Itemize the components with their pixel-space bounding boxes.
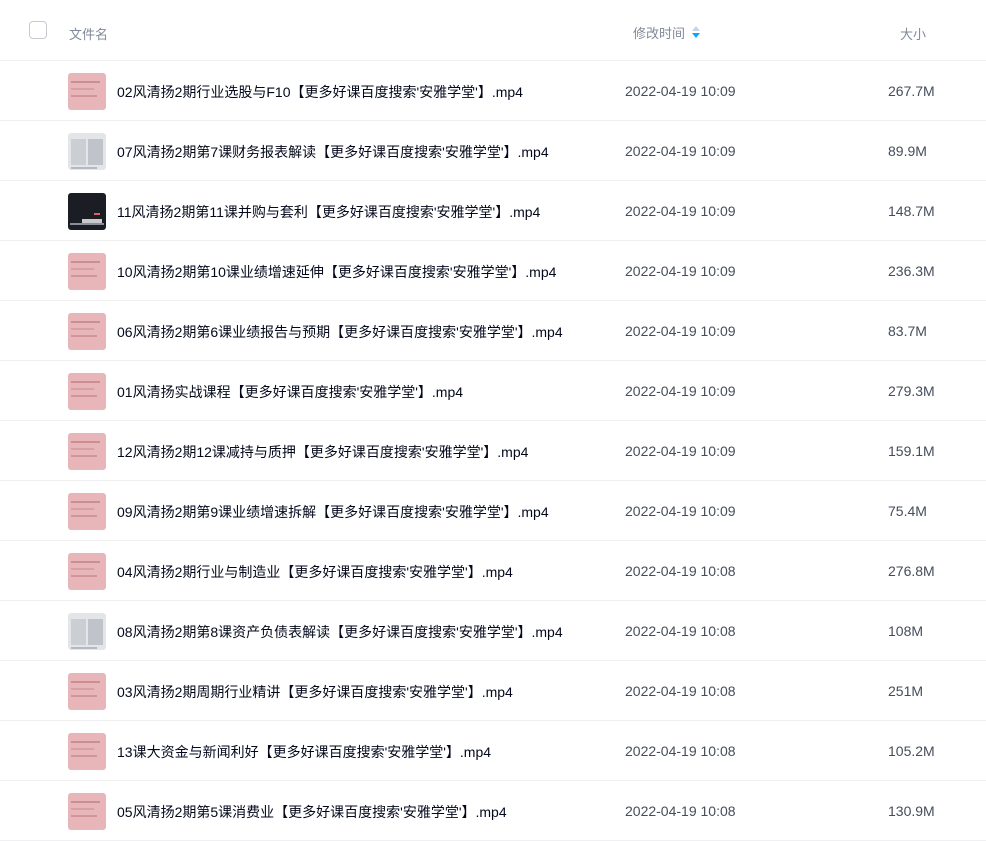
video-thumbnail[interactable] — [68, 373, 106, 410]
file-modified-time: 2022-04-19 10:09 — [625, 383, 736, 399]
file-modified-time: 2022-04-19 10:08 — [625, 683, 736, 699]
file-row[interactable]: 04风清扬2期行业与制造业【更多好课百度搜索'安雅学堂'】.mp4 2022-04… — [0, 541, 986, 601]
file-size: 130.9M — [888, 803, 935, 819]
video-thumbnail[interactable] — [68, 673, 106, 710]
file-modified-time: 2022-04-19 10:09 — [625, 143, 736, 159]
file-row[interactable]: 07风清扬2期第7课财务报表解读【更多好课百度搜索'安雅学堂'】.mp4 2022… — [0, 121, 986, 181]
file-row[interactable]: 02风清扬2期行业选股与F10【更多好课百度搜索'安雅学堂'】.mp4 2022-… — [0, 61, 986, 121]
column-header-time-label: 修改时间 — [633, 26, 686, 41]
file-size: 83.7M — [888, 323, 927, 339]
file-size: 105.2M — [888, 743, 935, 759]
file-row[interactable]: 12风清扬2期12课减持与质押【更多好课百度搜索'安雅学堂'】.mp4 2022-… — [0, 421, 986, 481]
video-thumbnail[interactable] — [68, 253, 106, 290]
file-row[interactable]: 10风清扬2期第10课业绩增速延伸【更多好课百度搜索'安雅学堂'】.mp4 202… — [0, 241, 986, 301]
file-modified-time: 2022-04-19 10:09 — [625, 203, 736, 219]
file-name[interactable]: 07风清扬2期第7课财务报表解读【更多好课百度搜索'安雅学堂'】.mp4 — [117, 142, 549, 162]
sort-icon[interactable] — [691, 25, 701, 40]
file-size: 148.7M — [888, 203, 935, 219]
video-thumbnail[interactable] — [68, 553, 106, 590]
file-modified-time: 2022-04-19 10:08 — [625, 803, 736, 819]
file-name[interactable]: 02风清扬2期行业选股与F10【更多好课百度搜索'安雅学堂'】.mp4 — [117, 82, 523, 102]
file-row[interactable]: 01风清扬实战课程【更多好课百度搜索'安雅学堂'】.mp4 2022-04-19 … — [0, 361, 986, 421]
file-rows: 02风清扬2期行业选股与F10【更多好课百度搜索'安雅学堂'】.mp4 2022-… — [0, 61, 986, 841]
video-thumbnail[interactable] — [68, 73, 106, 110]
file-name[interactable]: 12风清扬2期12课减持与质押【更多好课百度搜索'安雅学堂'】.mp4 — [117, 442, 528, 462]
video-thumbnail[interactable] — [68, 433, 106, 470]
file-modified-time: 2022-04-19 10:09 — [625, 443, 736, 459]
column-header-size[interactable]: 大小 — [900, 24, 926, 43]
file-size: 276.8M — [888, 563, 935, 579]
file-size: 267.7M — [888, 83, 935, 99]
video-thumbnail[interactable] — [68, 133, 106, 170]
video-thumbnail[interactable] — [68, 613, 106, 650]
file-row[interactable]: 09风清扬2期第9课业绩增速拆解【更多好课百度搜索'安雅学堂'】.mp4 2022… — [0, 481, 986, 541]
file-modified-time: 2022-04-19 10:08 — [625, 743, 736, 759]
file-modified-time: 2022-04-19 10:09 — [625, 83, 736, 99]
column-header-name[interactable]: 文件名 — [69, 24, 108, 43]
file-modified-time: 2022-04-19 10:09 — [625, 323, 736, 339]
file-row[interactable]: 11风清扬2期第11课并购与套利【更多好课百度搜索'安雅学堂'】.mp4 2022… — [0, 181, 986, 241]
file-row[interactable]: 06风清扬2期第6课业绩报告与预期【更多好课百度搜索'安雅学堂'】.mp4 202… — [0, 301, 986, 361]
file-row[interactable]: 03风清扬2期周期行业精讲【更多好课百度搜索'安雅学堂'】.mp4 2022-04… — [0, 661, 986, 721]
list-header: 文件名 修改时间 大小 — [0, 0, 986, 61]
column-header-time[interactable]: 修改时间 — [633, 23, 701, 42]
file-modified-time: 2022-04-19 10:08 — [625, 623, 736, 639]
file-size: 108M — [888, 623, 924, 639]
file-modified-time: 2022-04-19 10:08 — [625, 563, 736, 579]
video-thumbnail[interactable] — [68, 193, 106, 230]
file-name[interactable]: 08风清扬2期第8课资产负债表解读【更多好课百度搜索'安雅学堂'】.mp4 — [117, 622, 563, 642]
file-name[interactable]: 10风清扬2期第10课业绩增速延伸【更多好课百度搜索'安雅学堂'】.mp4 — [117, 262, 556, 282]
file-row[interactable]: 13课大资金与新闻利好【更多好课百度搜索'安雅学堂'】.mp4 2022-04-1… — [0, 721, 986, 781]
file-size: 236.3M — [888, 263, 935, 279]
file-name[interactable]: 11风清扬2期第11课并购与套利【更多好课百度搜索'安雅学堂'】.mp4 — [117, 202, 540, 222]
file-row[interactable]: 05风清扬2期第5课消费业【更多好课百度搜索'安雅学堂'】.mp4 2022-04… — [0, 781, 986, 841]
file-row[interactable]: 08风清扬2期第8课资产负债表解读【更多好课百度搜索'安雅学堂'】.mp4 202… — [0, 601, 986, 661]
file-list: 文件名 修改时间 大小 02风清扬2期行业选股与F10【更多好课百度搜索'安雅学… — [0, 0, 986, 841]
file-name[interactable]: 06风清扬2期第6课业绩报告与预期【更多好课百度搜索'安雅学堂'】.mp4 — [117, 322, 563, 342]
file-modified-time: 2022-04-19 10:09 — [625, 503, 736, 519]
video-thumbnail[interactable] — [68, 733, 106, 770]
file-size: 279.3M — [888, 383, 935, 399]
file-size: 159.1M — [888, 443, 935, 459]
file-modified-time: 2022-04-19 10:09 — [625, 263, 736, 279]
video-thumbnail[interactable] — [68, 313, 106, 350]
file-name[interactable]: 13课大资金与新闻利好【更多好课百度搜索'安雅学堂'】.mp4 — [117, 742, 491, 762]
video-thumbnail[interactable] — [68, 493, 106, 530]
file-name[interactable]: 05风清扬2期第5课消费业【更多好课百度搜索'安雅学堂'】.mp4 — [117, 802, 507, 822]
file-name[interactable]: 09风清扬2期第9课业绩增速拆解【更多好课百度搜索'安雅学堂'】.mp4 — [117, 502, 549, 522]
select-all-checkbox[interactable] — [29, 21, 47, 39]
file-name[interactable]: 01风清扬实战课程【更多好课百度搜索'安雅学堂'】.mp4 — [117, 382, 463, 402]
file-size: 89.9M — [888, 143, 927, 159]
file-size: 75.4M — [888, 503, 927, 519]
file-name[interactable]: 04风清扬2期行业与制造业【更多好课百度搜索'安雅学堂'】.mp4 — [117, 562, 513, 582]
file-name[interactable]: 03风清扬2期周期行业精讲【更多好课百度搜索'安雅学堂'】.mp4 — [117, 682, 513, 702]
video-thumbnail[interactable] — [68, 793, 106, 830]
file-size: 251M — [888, 683, 924, 699]
